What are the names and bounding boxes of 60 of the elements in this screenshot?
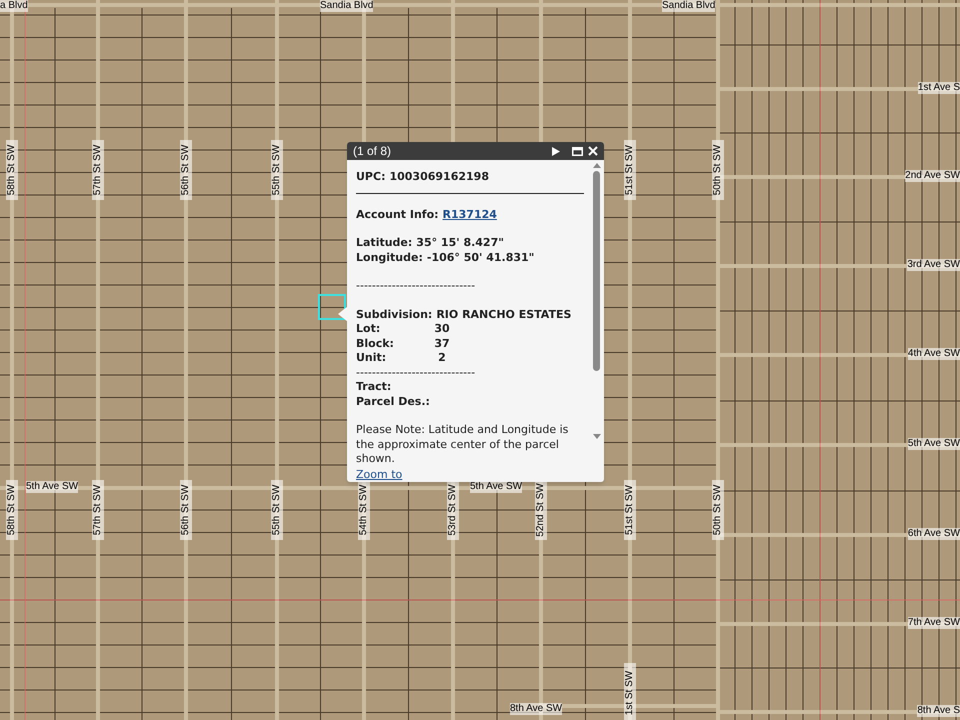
street-label: 56th St SW	[180, 140, 192, 200]
field-value: 30	[433, 322, 451, 336]
street-label: 53rd St SW	[447, 480, 459, 540]
street-label: 58th St SW	[6, 140, 18, 200]
field-value: 35° 15' 8.427"	[416, 236, 504, 250]
scrollbar[interactable]	[592, 162, 601, 440]
field-label: Account Info:	[356, 208, 439, 222]
field-label: Lot:	[356, 322, 382, 336]
street-label: 5th Ave SW	[26, 481, 78, 493]
scroll-up-icon[interactable]	[592, 162, 600, 168]
street-label: 57th St SW	[92, 140, 104, 200]
dashed-separator: ------------------------------	[356, 366, 476, 380]
field-label: Subdivision:	[356, 308, 432, 322]
street-label: 6th Ave SW	[908, 528, 960, 540]
street-label: 51st St SW	[624, 140, 636, 200]
street-label: 2nd Ave SW	[905, 170, 960, 182]
street-label: 52nd St SW	[535, 480, 547, 540]
field-label: UPC:	[356, 170, 386, 184]
field-value: 37	[433, 336, 451, 351]
field-label: Tract:	[356, 380, 392, 394]
popup-pointer-icon	[338, 306, 348, 322]
street-label: a Blvd	[0, 0, 28, 12]
field-label: Parcel Des.:	[356, 394, 430, 409]
account-link[interactable]: R137124	[442, 208, 497, 222]
street-label: 8th Ave SW	[510, 703, 562, 715]
field-value: 1003069162198	[389, 170, 489, 184]
street-label: 55th St SW	[271, 480, 283, 540]
street-label: 4th Ave SW	[908, 348, 960, 360]
close-icon[interactable]	[588, 146, 598, 156]
street-label: 1st Ave S	[918, 82, 960, 94]
street-label: 1st St SW	[624, 663, 636, 720]
street-label: 58th St SW	[6, 480, 18, 540]
street-label: 55th St SW	[271, 140, 283, 200]
field-value: -106° 50' 41.831"	[426, 250, 534, 265]
maximize-icon[interactable]	[572, 146, 583, 156]
street-label: 3rd Ave SW	[907, 259, 960, 271]
street-label: 51st St SW	[624, 480, 636, 540]
street-label: 56th St SW	[180, 480, 192, 540]
street-label: 50th St SW	[712, 480, 724, 540]
dashed-separator: ------------------------------	[356, 279, 476, 294]
field-label: Unit:	[356, 351, 388, 366]
street-label: 50th St SW	[712, 140, 724, 200]
street-label: 54th St SW	[358, 480, 370, 540]
field-value: 2	[437, 351, 447, 366]
field-value: RIO RANCHO ESTATES	[436, 308, 572, 322]
field-label: Latitude:	[356, 236, 412, 250]
satellite-map[interactable]	[0, 0, 960, 720]
street-label: 8th Ave S	[917, 705, 960, 717]
street-label: 5th Ave SW	[908, 438, 960, 450]
note-text: Please Note: Latitude and Longitude is the approximate center of the parcel shown.	[356, 423, 570, 466]
field-label: Block:	[356, 336, 395, 351]
street-label: Sandia Blvd	[662, 0, 716, 12]
zoom-to-link[interactable]: Zoom to	[356, 468, 402, 480]
street-label: Sandia Blvd	[320, 0, 374, 12]
next-icon[interactable]	[552, 146, 560, 156]
scroll-down-icon[interactable]	[592, 434, 600, 440]
street-label: 7th Ave SW	[908, 617, 960, 629]
field-label: Longitude:	[356, 250, 423, 265]
popup-title: (1 of 8)	[353, 143, 392, 160]
street-label: 57th St SW	[92, 480, 104, 540]
